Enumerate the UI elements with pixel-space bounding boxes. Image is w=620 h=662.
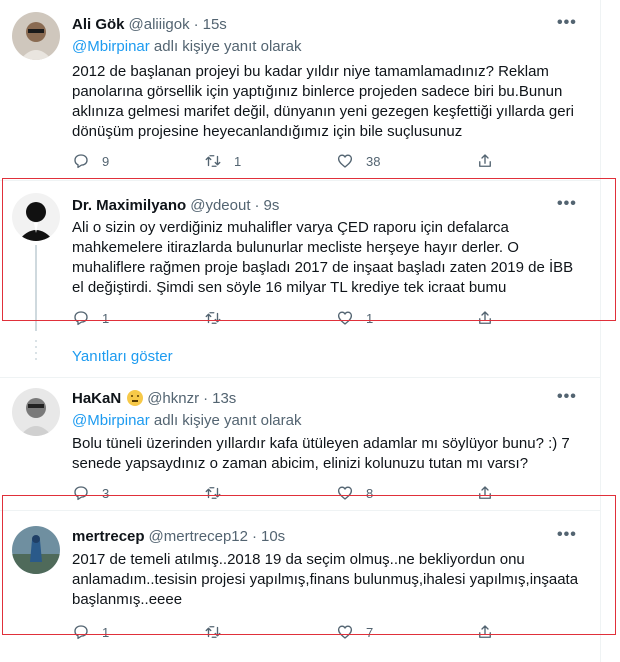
tweet-actions: 9 1 38 <box>72 152 502 172</box>
highlight-box <box>2 495 616 635</box>
heart-icon <box>337 154 353 168</box>
separator-dot: · <box>203 389 209 407</box>
retweet-button[interactable]: 1 <box>204 152 241 170</box>
avatar[interactable] <box>12 388 60 436</box>
reply-count: 9 <box>102 153 110 169</box>
author-name[interactable]: Ali Gök <box>72 16 125 33</box>
replying-to-label: adlı kişiye yanıt olarak <box>153 412 302 429</box>
retweet-icon <box>205 155 221 167</box>
reply-button[interactable]: 9 <box>72 152 109 170</box>
replying-to: @Mbirpinar adlı kişiye yanıt olarak <box>72 38 302 55</box>
tweet-time[interactable]: 13s <box>212 390 236 407</box>
worried-face-icon <box>127 390 144 406</box>
tweet-header: HaKaN @hknzr · 13s <box>72 388 236 408</box>
share-icon <box>479 154 491 167</box>
author-name[interactable]: HaKaN <box>72 390 121 407</box>
separator-dot: · <box>193 15 199 33</box>
like-button[interactable]: 38 <box>336 152 380 170</box>
tweet-time[interactable]: 15s <box>203 16 227 33</box>
thread-dots <box>34 340 38 370</box>
share-button[interactable] <box>476 152 494 170</box>
replying-to-label: adlı kişiye yanıt olarak <box>153 38 302 55</box>
replying-to: @Mbirpinar adlı kişiye yanıt olarak <box>72 412 302 429</box>
tweet-ali-gok[interactable]: Ali Gök @aliiigok · 15s ••• @Mbirpinar a… <box>0 0 600 180</box>
tweet-text: Bolu tüneli üzerinden yıllardır kafa ütü… <box>72 435 570 472</box>
show-replies-link[interactable]: Yanıtları göster <box>72 348 173 365</box>
tweet-text: 2012 de başlanan projeyi bu kadar yıldır… <box>72 63 574 140</box>
highlight-box <box>2 178 616 321</box>
avatar[interactable] <box>12 12 60 60</box>
retweet-count: 1 <box>234 153 242 169</box>
tweet-hakan[interactable]: HaKaN @hknzr · 13s ••• @Mbirpinar adlı k… <box>0 378 600 504</box>
tweet-header: Ali Gök @aliiigok · 15s <box>72 14 227 34</box>
more-options-icon[interactable]: ••• <box>557 388 577 408</box>
reply-icon <box>74 154 88 169</box>
like-count: 38 <box>366 153 381 169</box>
author-handle[interactable]: @aliiigok <box>129 16 190 33</box>
mention-link[interactable]: @Mbirpinar <box>72 38 150 55</box>
more-options-icon[interactable]: ••• <box>557 14 577 34</box>
author-handle[interactable]: @hknzr <box>147 390 199 407</box>
mention-link[interactable]: @Mbirpinar <box>72 412 150 429</box>
